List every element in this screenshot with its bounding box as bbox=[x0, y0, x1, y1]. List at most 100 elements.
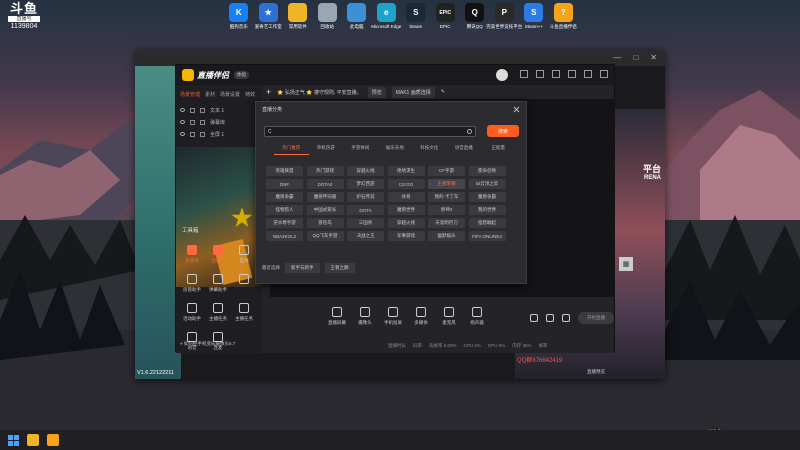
layer-item[interactable]: 弹幕库 bbox=[176, 116, 262, 128]
category-tab[interactable]: 热门推荐 bbox=[274, 145, 309, 155]
category-item[interactable]: 使命召唤 bbox=[468, 166, 506, 176]
desktop-icon[interactable]: e Microsoft Edge bbox=[371, 3, 401, 29]
toolbox-item[interactable]: 互动 bbox=[232, 245, 256, 264]
category-item[interactable]: 魔兽争霸 bbox=[266, 192, 303, 202]
category-tab[interactable]: 手游休闲 bbox=[343, 145, 378, 155]
category-item[interactable]: DNF bbox=[266, 179, 303, 189]
toolbox-item[interactable]: 房管助手 bbox=[180, 274, 204, 293]
file-explorer-icon[interactable] bbox=[27, 434, 39, 446]
category-item[interactable]: 冒险岛 bbox=[306, 218, 344, 228]
toolbox-item[interactable]: 弹幕助手 bbox=[206, 274, 230, 293]
desktop-icon[interactable]: P 完美世界竞技平台 bbox=[486, 3, 522, 29]
source-button[interactable]: 扬声器 bbox=[468, 307, 486, 326]
toolbox-item[interactable]: 主播任务 bbox=[206, 303, 230, 322]
lock-icon[interactable] bbox=[190, 107, 195, 113]
desktop-icon[interactable]: Q 腾讯QQ bbox=[460, 3, 490, 29]
eye-icon[interactable] bbox=[180, 132, 185, 136]
minimize-icon[interactable]: — bbox=[613, 53, 621, 62]
category-item[interactable]: 魔兽争霸 bbox=[468, 192, 506, 202]
category-item[interactable]: 绝地求生 bbox=[387, 166, 425, 176]
category-item[interactable]: 英雄联盟 bbox=[266, 166, 303, 176]
record-icon[interactable] bbox=[530, 314, 538, 322]
timer-icon[interactable] bbox=[546, 314, 554, 322]
category-item[interactable]: 魔兽世界 bbox=[387, 205, 425, 215]
source-button[interactable]: 摄像头 bbox=[356, 307, 374, 326]
category-item[interactable]: NBA2KOL2 bbox=[266, 231, 303, 241]
category-item[interactable]: 体育 bbox=[387, 192, 425, 202]
category-item[interactable]: 决战之王 bbox=[347, 231, 384, 241]
desktop-icon[interactable]: ? 斗鱼直播伴侣 bbox=[549, 3, 579, 29]
category-item[interactable]: 梦幻西游 bbox=[347, 179, 384, 189]
category-item[interactable]: 我的·卡丁车 bbox=[428, 192, 465, 202]
category-item[interactable]: CF手游 bbox=[428, 166, 465, 176]
category-item[interactable]: lol云顶之弈 bbox=[468, 179, 506, 189]
eye-icon[interactable] bbox=[180, 120, 185, 124]
go-live-button[interactable]: 开始直播 bbox=[578, 312, 614, 324]
desktop-icon[interactable]: EPIC EPIC bbox=[431, 3, 461, 29]
category-tab[interactable]: 科技文化 bbox=[412, 145, 447, 155]
category-item[interactable]: 魔兽怀旧服 bbox=[306, 192, 344, 202]
category-item[interactable]: 原神3 bbox=[428, 205, 465, 215]
category-item[interactable]: 我的世界 bbox=[468, 205, 506, 215]
category-item[interactable]: 热门游戏 bbox=[306, 166, 344, 176]
category-tab[interactable]: 正能量 bbox=[481, 145, 516, 155]
category-search-input[interactable]: C bbox=[264, 126, 476, 137]
skin-icon[interactable] bbox=[520, 70, 528, 78]
category-item[interactable]: 穿越火线 bbox=[387, 218, 425, 228]
category-item[interactable]: 中国式家长 bbox=[306, 205, 344, 215]
edit-icon[interactable]: ✎ bbox=[441, 89, 445, 95]
lock-icon[interactable] bbox=[190, 131, 195, 137]
toolbox-item[interactable]: 抖音号 bbox=[180, 245, 204, 264]
scene-tab[interactable]: 场景管理 bbox=[180, 91, 200, 98]
toolbox-item[interactable]: 主播任务 bbox=[232, 303, 256, 322]
category-tab[interactable]: 单机热游 bbox=[309, 145, 344, 155]
close-icon[interactable] bbox=[513, 106, 520, 113]
minimize-icon[interactable] bbox=[568, 70, 576, 78]
message-icon[interactable] bbox=[536, 70, 544, 78]
category-item[interactable]: 炉石传说 bbox=[347, 192, 384, 202]
category-item[interactable]: 怪猎崛起 bbox=[468, 218, 506, 228]
category-item[interactable]: DOTA bbox=[347, 205, 384, 215]
category-item[interactable]: 王者荣耀 bbox=[428, 179, 465, 189]
category-item[interactable]: 天涯明月刀 bbox=[428, 218, 465, 228]
toolbox-item[interactable] bbox=[232, 274, 256, 293]
preview-chip[interactable]: 预览 bbox=[367, 86, 386, 98]
desktop-icon[interactable]: 此电脑 bbox=[342, 3, 372, 29]
category-item[interactable]: 三国杀 bbox=[347, 218, 384, 228]
source-button[interactable]: 直播屏幕 bbox=[328, 307, 346, 326]
source-button[interactable]: 多媒体 bbox=[412, 307, 430, 326]
maximize-icon[interactable]: □ bbox=[633, 53, 638, 62]
quality-chip[interactable]: MAK1 画质选择 bbox=[391, 86, 435, 98]
layer-item[interactable]: 全屏 1 bbox=[176, 128, 262, 140]
category-item[interactable]: QQ飞车手游 bbox=[306, 231, 344, 241]
menu-icon[interactable] bbox=[552, 70, 560, 78]
recent-category-chip[interactable]: 王者之巅 bbox=[324, 263, 355, 273]
layer-item[interactable]: 文本 1 bbox=[176, 104, 262, 116]
add-icon[interactable]: + bbox=[266, 87, 271, 97]
category-tab[interactable]: 娱乐天地 bbox=[378, 145, 413, 155]
source-button[interactable]: 麦克风 bbox=[440, 307, 458, 326]
scene-tab[interactable]: 素材 bbox=[205, 91, 215, 98]
toolbox-item[interactable]: 活动助手 bbox=[180, 303, 204, 322]
source-button[interactable]: 手机投屏 bbox=[384, 307, 402, 326]
desktop-icon[interactable]: S Steam bbox=[401, 3, 431, 29]
category-item[interactable]: 怪物猎人 bbox=[266, 205, 303, 215]
scene-tab[interactable]: 场景设置 bbox=[220, 91, 240, 98]
category-tab[interactable]: 语音直播 bbox=[447, 145, 482, 155]
close-icon[interactable]: ✕ bbox=[650, 53, 657, 62]
desktop-icon[interactable]: K 酷狗音乐 bbox=[224, 3, 254, 29]
scene-tab[interactable]: 特效 bbox=[245, 91, 255, 98]
camera-tip-link[interactable]: ● 如何把手机变成摄像头5.7 bbox=[180, 341, 235, 347]
eye-icon[interactable] bbox=[180, 108, 185, 112]
desktop-icon[interactable]: ★ 爱奇艺工作室 bbox=[254, 3, 284, 29]
desktop-icon[interactable]: S Steam++ bbox=[519, 3, 549, 29]
douyu-companion-taskbar-icon[interactable] bbox=[47, 434, 59, 446]
settings-icon[interactable] bbox=[562, 314, 570, 322]
category-item[interactable]: 幽默娱乐 bbox=[428, 231, 465, 241]
toolbox-item[interactable]: 创意屏 bbox=[206, 245, 230, 264]
avatar[interactable] bbox=[496, 69, 508, 81]
desktop-icon[interactable]: 常用软件 bbox=[283, 3, 313, 29]
category-item[interactable]: CS:GO bbox=[387, 179, 425, 189]
category-item[interactable]: DOTA2 bbox=[306, 179, 344, 189]
search-button[interactable]: 搜索 bbox=[487, 125, 519, 137]
